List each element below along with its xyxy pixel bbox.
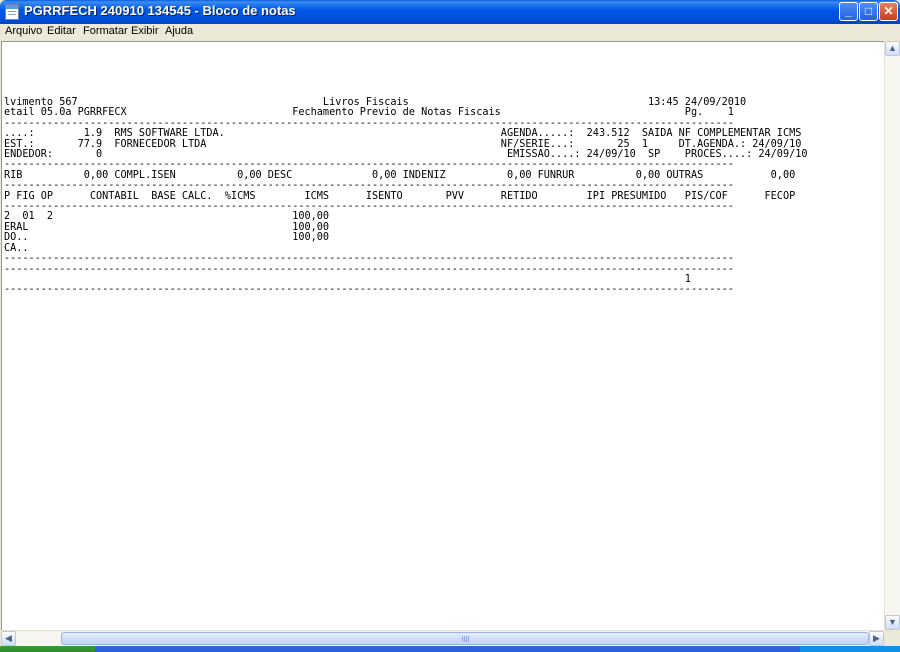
scroll-right-button[interactable]: ▶ — [869, 631, 884, 646]
notepad-icon[interactable] — [5, 4, 19, 20]
report-line: EST.: 77.9 FORNECEDOR LTDA NF/SERIE...: … — [4, 138, 802, 150]
report-line: ----------------------------------------… — [4, 201, 734, 213]
report-line: DO.. 100,00 — [4, 232, 330, 244]
report-line: etail 05.0a PGRRFECX Fechamento Previo d… — [4, 107, 734, 119]
horizontal-scrollbar[interactable]: ◀ ▶ — [1, 630, 884, 646]
minimize-icon: _ — [845, 4, 852, 18]
scroll-down-button[interactable]: ▼ — [885, 615, 900, 630]
scroll-left-button[interactable]: ◀ — [1, 631, 16, 646]
report-line: ----------------------------------------… — [4, 159, 734, 171]
report-line: 2 01 2 100,00 — [4, 211, 330, 223]
scrollbar-corner — [884, 630, 900, 646]
text-editor[interactable]: lvimento 567 Livros Fiscais 13:45 24/09/… — [1, 41, 884, 630]
report-line: ----------------------------------------… — [4, 253, 734, 265]
report-line: ----------------------------------------… — [4, 263, 734, 275]
menu-editar[interactable]: Editar — [47, 25, 76, 37]
taskbar — [0, 646, 900, 652]
arrow-down-icon: ▼ — [888, 617, 897, 627]
menu-bar: Arquivo Editar Formatar Exibir Ajuda — [0, 24, 900, 41]
arrow-up-icon: ▲ — [888, 43, 897, 53]
report-line: ----------------------------------------… — [4, 117, 734, 129]
scroll-up-button[interactable]: ▲ — [885, 41, 900, 56]
report-line: CA.. — [4, 242, 29, 254]
report-line: lvimento 567 Livros Fiscais 13:45 24/09/… — [4, 97, 747, 108]
vertical-scrollbar[interactable]: ▲ ▼ — [884, 41, 900, 630]
close-icon: ✕ — [883, 4, 894, 18]
report-line: RIB 0,00 COMPL.ISEN 0,00 DESC 0,00 INDEN… — [4, 169, 796, 181]
system-tray — [800, 646, 900, 652]
arrow-right-icon: ▶ — [873, 633, 880, 643]
window-title: PGRRFECH 240910 134545 - Bloco de notas — [24, 3, 296, 18]
menu-arquivo[interactable]: Arquivo — [5, 25, 42, 37]
report-line: ....: 1.9 RMS SOFTWARE LTDA. AGENDA.....… — [4, 128, 802, 140]
report-line: P FIG OP CONTABIL BASE CALC. %ICMS ICMS … — [4, 190, 796, 202]
arrow-left-icon: ◀ — [5, 633, 12, 643]
menu-exibir[interactable]: Exibir — [131, 25, 159, 37]
maximize-button[interactable]: □ — [859, 2, 878, 21]
report-line: ERAL 100,00 — [4, 221, 330, 233]
report-line: ----------------------------------------… — [4, 180, 734, 192]
start-button[interactable] — [0, 646, 95, 652]
grip-icon — [462, 636, 470, 642]
title-bar[interactable]: PGRRFECH 240910 134545 - Bloco de notas … — [0, 0, 900, 24]
horizontal-scroll-thumb[interactable] — [61, 632, 869, 645]
maximize-icon: □ — [864, 4, 873, 18]
menu-formatar[interactable]: Formatar — [83, 25, 128, 37]
menu-ajuda[interactable]: Ajuda — [165, 25, 193, 37]
report-line: ENDEDOR: 0 EMISSAO....: 24/09/10 SP PROC… — [4, 149, 808, 161]
report-line: ----------------------------------------… — [4, 284, 734, 296]
close-button[interactable]: ✕ — [879, 2, 898, 21]
report-line: 1 — [4, 273, 691, 285]
report-text: lvimento 567 Livros Fiscais 13:45 24/09/… — [4, 97, 808, 296]
minimize-button[interactable]: _ — [839, 2, 858, 21]
